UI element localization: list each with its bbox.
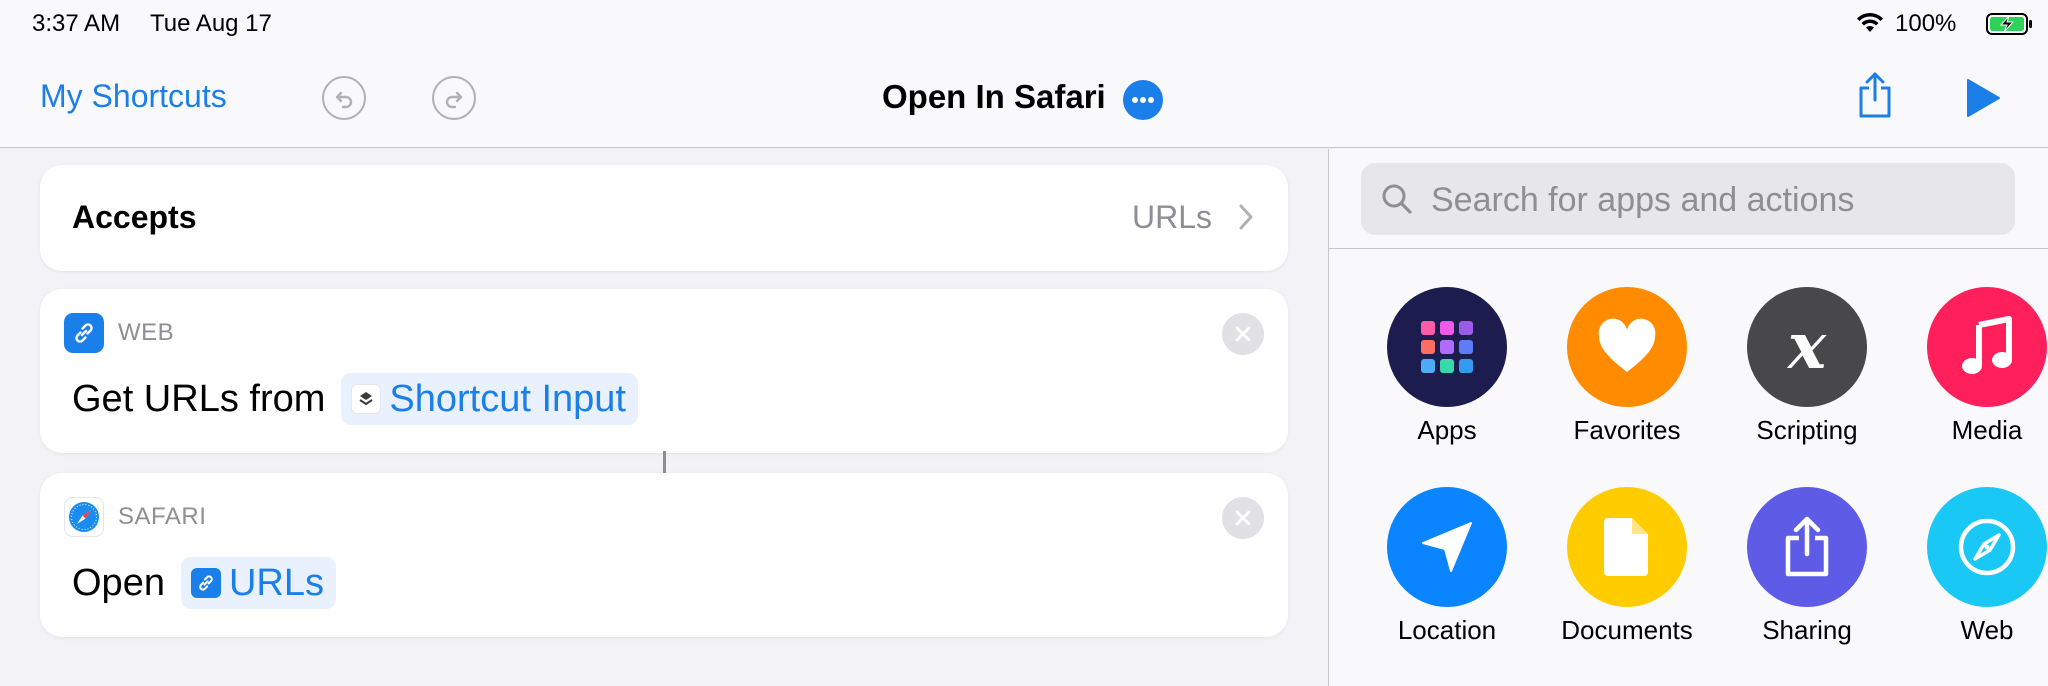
remove-action-button[interactable] xyxy=(1222,313,1264,355)
compass-icon xyxy=(1927,487,2047,607)
action-get-urls[interactable]: WEB Get URLs from Shortcut Input xyxy=(40,289,1288,453)
status-time: 3:37 AM xyxy=(32,10,121,37)
apps-grid-icon xyxy=(1387,287,1507,407)
panel-divider xyxy=(1329,248,2048,249)
action-sentence: Get URLs from Shortcut Input xyxy=(72,373,638,425)
category-location[interactable]: Location xyxy=(1357,487,1537,646)
wifi-icon xyxy=(1857,12,1883,32)
undo-icon xyxy=(335,91,353,109)
shortcut-editor: Accepts URLs WEB Get URLs from Shortcut … xyxy=(0,149,1328,686)
urls-token[interactable]: URLs xyxy=(180,557,336,609)
category-label: Apps xyxy=(1417,415,1477,445)
link-icon xyxy=(64,313,104,353)
category-apps[interactable]: Apps xyxy=(1357,287,1537,446)
category-label: Documents xyxy=(1561,615,1693,645)
chevron-right-icon xyxy=(1239,204,1253,230)
action-sentence: Open URLs xyxy=(72,557,336,609)
music-note-icon xyxy=(1927,287,2047,407)
token-label: URLs xyxy=(228,561,324,604)
redo-button[interactable] xyxy=(432,76,476,120)
shortcut-input-token[interactable]: Shortcut Input xyxy=(341,373,638,425)
nav-bar: My Shortcuts Open In Safari xyxy=(0,46,2048,148)
status-date: Tue Aug 17 xyxy=(150,10,272,37)
run-play-button[interactable] xyxy=(1965,78,2001,118)
more-options-button[interactable] xyxy=(1123,80,1163,120)
shortcuts-icon xyxy=(351,384,382,414)
category-label: Favorites xyxy=(1573,415,1681,445)
category-web[interactable]: Web xyxy=(1897,487,2048,646)
category-favorites[interactable]: Favorites xyxy=(1537,287,1717,446)
redo-icon xyxy=(445,91,463,109)
category-label: Media xyxy=(1951,415,2023,445)
heart-icon xyxy=(1567,287,1687,407)
action-text: Get URLs from xyxy=(72,377,326,420)
action-text: Open xyxy=(72,561,165,604)
action-open-urls[interactable]: SAFARI Open URLs xyxy=(40,473,1288,637)
undo-button[interactable] xyxy=(322,76,366,120)
ellipsis-icon xyxy=(1132,97,1154,103)
variable-x-icon: x xyxy=(1747,287,1867,407)
share-icon xyxy=(1747,487,1867,607)
search-input[interactable]: Search for apps and actions xyxy=(1361,163,2015,235)
my-shortcuts-link[interactable]: My Shortcuts xyxy=(40,78,227,115)
document-icon xyxy=(1567,487,1687,607)
action-category-label: SAFARI xyxy=(118,503,207,530)
category-sharing[interactable]: Sharing xyxy=(1717,487,1897,646)
shortcut-title[interactable]: Open In Safari xyxy=(882,78,1106,116)
safari-icon xyxy=(64,497,104,537)
battery-charging-icon xyxy=(1986,13,2032,35)
location-arrow-icon xyxy=(1387,487,1507,607)
close-icon xyxy=(1235,510,1251,526)
link-icon xyxy=(190,568,221,598)
actions-panel: Search for apps and actions Apps Favorit… xyxy=(1329,149,2048,686)
action-connector xyxy=(663,451,666,473)
category-scripting[interactable]: x Scripting xyxy=(1717,287,1897,446)
status-bar: 3:37 AM Tue Aug 17 100% xyxy=(0,0,2048,46)
category-label: Sharing xyxy=(1762,615,1852,645)
accepts-label: Accepts xyxy=(72,199,197,235)
category-label: Web xyxy=(1960,615,2014,645)
close-icon xyxy=(1235,326,1251,342)
category-label: Location xyxy=(1397,615,1497,645)
accepts-value: URLs xyxy=(1131,199,1212,235)
share-button[interactable] xyxy=(1855,70,1895,120)
token-label: Shortcut Input xyxy=(389,377,626,420)
category-documents[interactable]: Documents xyxy=(1537,487,1717,646)
battery-percent: 100% xyxy=(1895,10,1957,37)
accepts-row[interactable]: Accepts URLs xyxy=(40,165,1288,271)
remove-action-button[interactable] xyxy=(1222,497,1264,539)
category-label: Scripting xyxy=(1756,415,1858,445)
category-media[interactable]: Media xyxy=(1897,287,2048,446)
search-icon xyxy=(1382,184,1412,214)
search-placeholder: Search for apps and actions xyxy=(1431,181,1855,219)
action-category-label: WEB xyxy=(118,319,175,346)
